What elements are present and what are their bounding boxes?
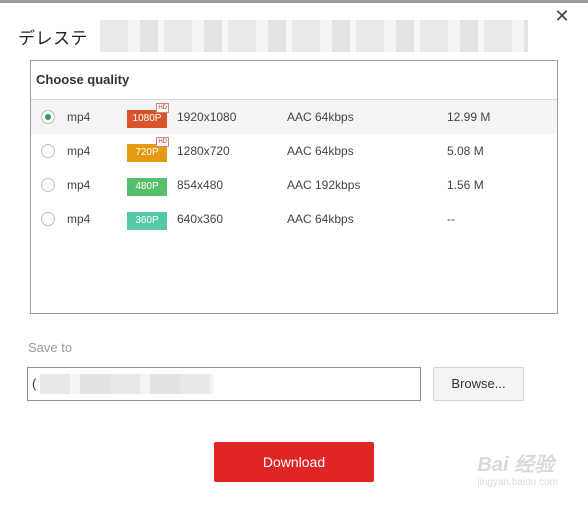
format-label: mp4 — [67, 178, 91, 192]
save-path-text: ( — [32, 376, 37, 391]
resolution-value: 1280x720 — [177, 144, 230, 158]
size-value: 1.56 M — [447, 178, 484, 192]
size-value: -- — [447, 212, 455, 226]
browse-button[interactable]: Browse... — [433, 367, 524, 401]
format-label: mp4 — [67, 212, 91, 226]
window-top-border — [0, 0, 588, 3]
close-icon[interactable]: ✕ — [552, 6, 572, 26]
size-value: 12.99 M — [447, 110, 491, 124]
resolution-badge: 720P HD — [127, 137, 169, 162]
resolution-value: 854x480 — [177, 178, 224, 192]
resolution-badge: 360P — [127, 210, 167, 230]
hd-icon: HD — [156, 137, 169, 147]
watermark-url: jingyan.baidu.com — [477, 477, 558, 488]
quality-row-1080p[interactable]: mp4 1080P HD 1920x1080 AAC 64kbps 12.99 … — [31, 100, 557, 134]
blurred-path — [40, 374, 214, 394]
radio-button[interactable] — [41, 212, 55, 226]
audio-value: AAC 64kbps — [287, 212, 354, 226]
watermark-brand: Bai 经验 — [477, 454, 555, 476]
hd-icon: HD — [156, 103, 169, 113]
quality-row-360p[interactable]: mp4 360P 640x360 AAC 64kbps -- — [31, 202, 557, 236]
resolution-badge: 1080P HD — [127, 103, 169, 128]
audio-value: AAC 192kbps — [287, 178, 361, 192]
radio-button[interactable] — [41, 178, 55, 192]
radio-button[interactable] — [41, 110, 55, 124]
quality-row-480p[interactable]: mp4 480P 854x480 AAC 192kbps 1.56 M — [31, 168, 557, 202]
quality-row-720p[interactable]: mp4 720P HD 1280x720 AAC 64kbps 5.08 M — [31, 134, 557, 168]
save-path-input[interactable]: ( — [27, 367, 421, 401]
resolution-badge: 480P — [127, 176, 167, 196]
radio-button[interactable] — [41, 144, 55, 158]
format-label: mp4 — [67, 110, 91, 124]
audio-value: AAC 64kbps — [287, 144, 354, 158]
blurred-title-area — [100, 20, 528, 52]
badge-label: 360P — [127, 212, 167, 230]
size-value: 5.08 M — [447, 144, 484, 158]
badge-label: 480P — [127, 178, 167, 196]
resolution-value: 640x360 — [177, 212, 224, 226]
audio-value: AAC 64kbps — [287, 110, 354, 124]
quality-header: Choose quality — [31, 61, 557, 100]
dialog-title: デレステ — [18, 28, 88, 48]
dialog-title-bar: デレステ — [18, 20, 528, 52]
resolution-value: 1920x1080 — [177, 110, 237, 124]
format-label: mp4 — [67, 144, 91, 158]
download-button[interactable]: Download — [214, 442, 374, 482]
baidu-watermark: Bai 经验 jingyan.baidu.com — [477, 448, 558, 488]
quality-panel: Choose quality mp4 1080P HD 1920x1080 AA… — [30, 60, 558, 314]
save-to-label: Save to — [28, 340, 73, 355]
